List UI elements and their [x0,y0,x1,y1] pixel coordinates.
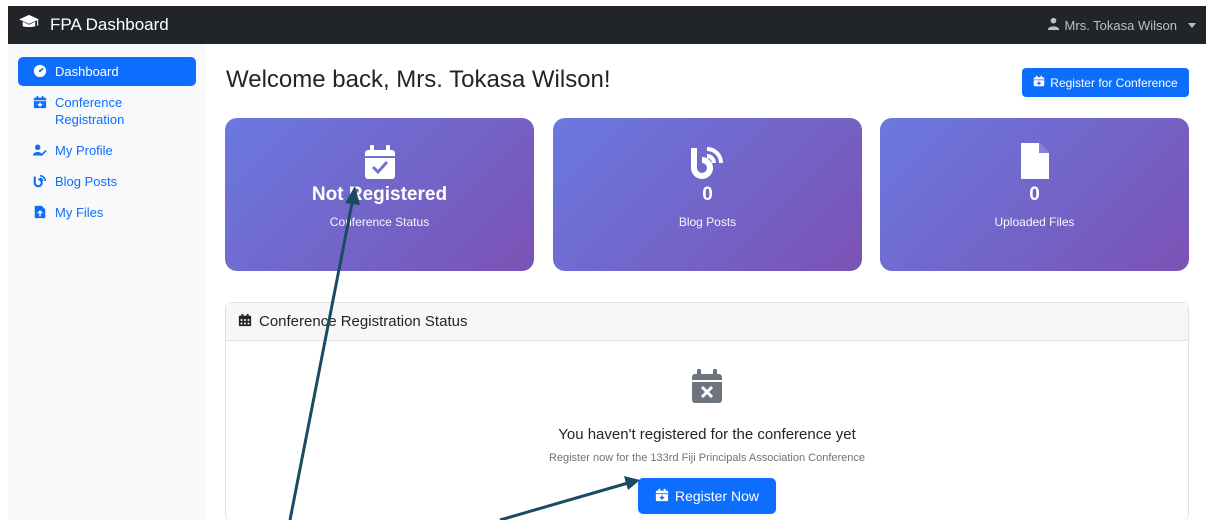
file-icon [1020,142,1050,180]
not-registered-message: You haven't registered for the conferenc… [558,426,856,443]
not-registered-subtext: Register now for the 133rd Fiji Principa… [548,452,866,464]
page-title: Welcome back, Mrs. Tokasa Wilson! [226,66,611,93]
sidebar-item-blog-posts[interactable]: Blog Posts [18,167,196,196]
stat-card-blog-posts: 0 Blog Posts [553,118,862,271]
register-for-conference-label: Register for Conference [1050,75,1178,90]
register-for-conference-button[interactable]: Register for Conference [1022,68,1189,97]
calendar-plus-icon [655,488,669,505]
sidebar-item-label: Conference Registration [55,95,125,127]
top-navbar: FPA Dashboard Mrs. Tokasa Wilson [8,6,1206,44]
panel-body: You haven't registered for the conferenc… [226,341,1188,514]
blog-icon [32,174,47,188]
uploaded-files-count: 0 [1029,184,1040,205]
chevron-down-icon [1188,22,1196,28]
blog-posts-count: 0 [702,184,713,205]
sidebar-item-label: Dashboard [55,64,119,79]
sidebar-item-label: My Files [55,205,104,220]
register-now-label: Register Now [674,488,760,504]
sidebar-item-my-profile[interactable]: My Profile [18,136,196,165]
registration-status-panel: Conference Registration Status You haven… [225,302,1189,520]
gauge-icon [32,64,47,78]
calendar-icon [238,313,252,331]
sidebar-item-conference-registration[interactable]: Conference Registration [18,88,196,134]
page: FPA Dashboard Mrs. Tokasa Wilson Dashboa… [0,0,1214,520]
conference-status-label: Conference Status [329,215,430,229]
panel-title: Conference Registration Status [259,313,468,330]
calendar-x-icon [691,368,723,409]
sidebar: Dashboard Conference Registration My Pro… [8,44,206,520]
panel-header: Conference Registration Status [226,303,1188,341]
user-name: Mrs. Tokasa Wilson [1064,17,1177,33]
sidebar-item-label: Blog Posts [55,174,118,189]
user-edit-icon [32,143,47,157]
calendar-plus-icon [1033,75,1045,90]
user-menu[interactable]: Mrs. Tokasa Wilson [1047,17,1196,33]
conference-status-value: Not Registered [311,184,448,205]
brand-title: FPA Dashboard [50,15,169,34]
register-now-button[interactable]: Register Now [638,478,776,514]
stat-card-conference-status: Not Registered Conference Status [225,118,534,271]
user-icon [1047,17,1060,33]
blog-posts-label: Blog Posts [678,215,737,229]
blog-icon [690,142,726,180]
graduation-cap-icon [18,14,40,37]
stat-card-uploaded-files: 0 Uploaded Files [880,118,1189,271]
sidebar-item-dashboard[interactable]: Dashboard [18,57,196,86]
sidebar-item-my-files[interactable]: My Files [18,198,196,227]
uploaded-files-label: Uploaded Files [994,215,1075,229]
file-upload-icon [32,205,47,219]
sidebar-item-label: My Profile [55,143,113,158]
brand[interactable]: FPA Dashboard [18,14,169,37]
calendar-check-icon [364,142,396,180]
